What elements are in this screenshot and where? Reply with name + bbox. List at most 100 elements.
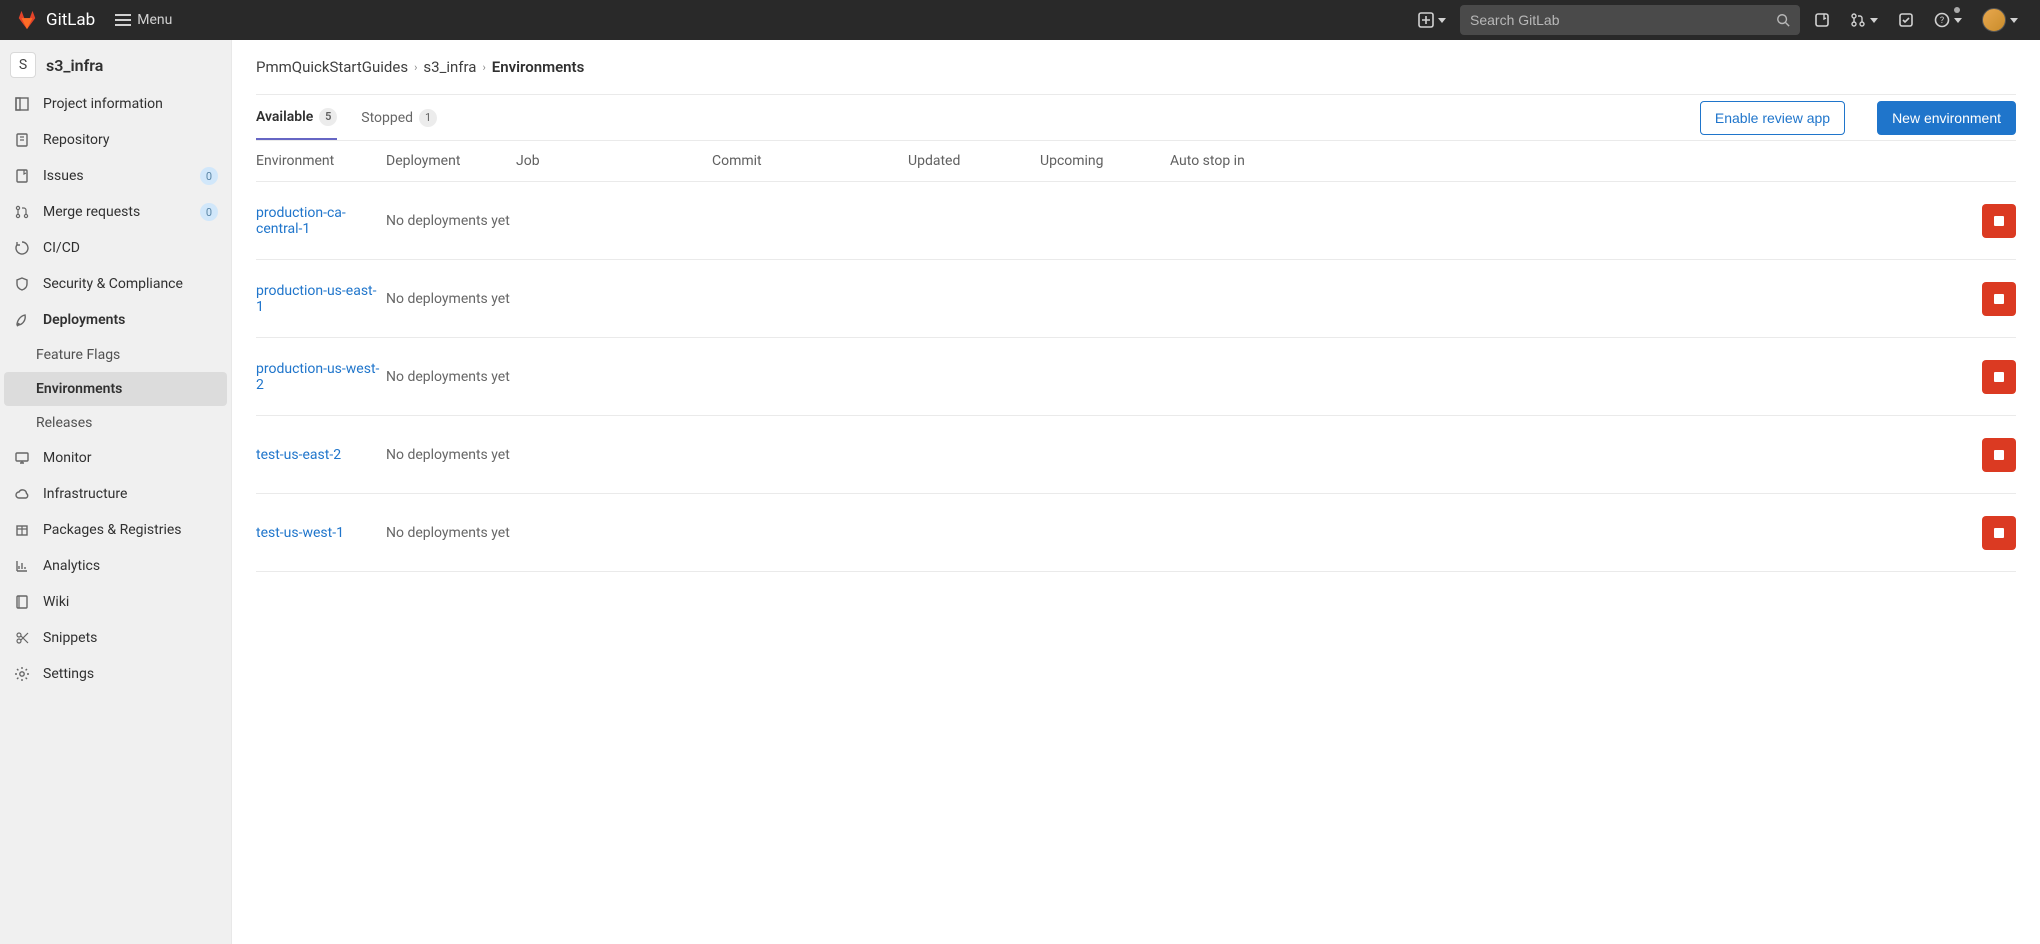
sidebar-item-wiki[interactable]: Wiki bbox=[0, 584, 231, 620]
sidebar-item-label: CI/CD bbox=[43, 240, 80, 256]
book-icon bbox=[13, 593, 31, 611]
sidebar-item-monitor[interactable]: Monitor bbox=[0, 440, 231, 476]
sidebar-item-label: Wiki bbox=[43, 594, 69, 610]
sidebar-item-project-information[interactable]: Project information bbox=[0, 86, 231, 122]
col-header-updated: Updated bbox=[908, 153, 1040, 169]
enable-review-app-button[interactable]: Enable review app bbox=[1700, 101, 1845, 135]
sidebar-item-environments[interactable]: Environments bbox=[4, 372, 227, 406]
environment-link[interactable]: production-us-west-2 bbox=[256, 361, 379, 393]
svg-text:?: ? bbox=[1940, 16, 1944, 26]
table-row: production-ca-central-1No deployments ye… bbox=[256, 182, 2016, 260]
stop-icon bbox=[1994, 450, 2004, 460]
stop-icon bbox=[1994, 216, 2004, 226]
search-icon bbox=[1776, 13, 1790, 27]
environment-link[interactable]: test-us-east-2 bbox=[256, 447, 351, 463]
sidebar-item-security[interactable]: Security & Compliance bbox=[0, 266, 231, 302]
navbar: GitLab Menu ? bbox=[0, 0, 2040, 40]
cloud-icon bbox=[13, 485, 31, 503]
user-menu[interactable] bbox=[1976, 4, 2024, 36]
project-avatar: S bbox=[10, 52, 36, 78]
sidebar-item-issues[interactable]: Issues 0 bbox=[0, 158, 231, 194]
deployment-text: No deployments yet bbox=[386, 447, 516, 463]
sidebar-item-label: Feature Flags bbox=[36, 347, 120, 363]
sidebar-item-label: Repository bbox=[43, 132, 109, 148]
table-row: test-us-east-2 No deployments yet bbox=[256, 416, 2016, 494]
chevron-down-icon bbox=[2010, 18, 2018, 23]
avatar bbox=[1982, 8, 2006, 32]
project-name: s3_infra bbox=[46, 56, 103, 75]
sidebar-item-label: Security & Compliance bbox=[43, 276, 183, 292]
col-header-deployment: Deployment bbox=[386, 153, 516, 169]
environment-link[interactable]: test-us-west-1 bbox=[256, 525, 354, 541]
sidebar-item-label: Environments bbox=[36, 381, 122, 397]
issue-icon bbox=[1814, 12, 1830, 28]
deployment-text: No deployments yet bbox=[386, 291, 516, 307]
environment-link[interactable]: production-ca-central-1 bbox=[256, 205, 346, 237]
chevron-right-icon: › bbox=[414, 61, 417, 74]
project-info-icon bbox=[13, 95, 31, 113]
col-header-autostop: Auto stop in bbox=[1170, 153, 1370, 169]
sidebar-item-packages[interactable]: Packages & Registries bbox=[0, 512, 231, 548]
stop-environment-button[interactable] bbox=[1982, 282, 2016, 316]
sidebar-item-label: Settings bbox=[43, 666, 94, 682]
sidebar-item-label: Releases bbox=[36, 415, 92, 431]
chevron-right-icon: › bbox=[482, 61, 485, 74]
search-input[interactable] bbox=[1470, 12, 1776, 28]
sidebar-item-label: Issues bbox=[43, 168, 84, 184]
sidebar-item-label: Snippets bbox=[43, 630, 97, 646]
table-row: production-us-west-2No deployments yet bbox=[256, 338, 2016, 416]
merge-requests-dropdown[interactable] bbox=[1844, 8, 1884, 32]
stop-environment-button[interactable] bbox=[1982, 516, 2016, 550]
tab-stopped[interactable]: Stopped 1 bbox=[361, 95, 437, 140]
package-icon bbox=[13, 521, 31, 539]
sidebar-item-feature-flags[interactable]: Feature Flags bbox=[0, 338, 231, 372]
environment-link[interactable]: production-us-east-1 bbox=[256, 283, 377, 315]
sidebar-item-repository[interactable]: Repository bbox=[0, 122, 231, 158]
col-header-commit: Commit bbox=[712, 153, 908, 169]
tab-badge: 5 bbox=[319, 108, 337, 126]
merge-requests-icon bbox=[13, 203, 31, 221]
sidebar-item-settings[interactable]: Settings bbox=[0, 656, 231, 692]
sidebar-item-snippets[interactable]: Snippets bbox=[0, 620, 231, 656]
main-content: PmmQuickStartGuides › s3_infra › Environ… bbox=[232, 40, 2040, 944]
badge: 0 bbox=[200, 167, 218, 185]
issues-link[interactable] bbox=[1808, 8, 1836, 32]
badge: 0 bbox=[200, 203, 218, 221]
gitlab-logo[interactable]: GitLab bbox=[16, 9, 95, 31]
tab-badge: 1 bbox=[419, 109, 437, 127]
tabs-row: Available 5 Stopped 1 Enable review app … bbox=[256, 95, 2016, 141]
sidebar-item-label: Monitor bbox=[43, 450, 92, 466]
create-new-dropdown[interactable] bbox=[1412, 8, 1452, 32]
breadcrumb-group[interactable]: PmmQuickStartGuides bbox=[256, 58, 408, 76]
sidebar-item-analytics[interactable]: Analytics bbox=[0, 548, 231, 584]
merge-icon bbox=[1850, 12, 1866, 28]
sidebar-item-releases[interactable]: Releases bbox=[0, 406, 231, 440]
sidebar-item-merge-requests[interactable]: Merge requests 0 bbox=[0, 194, 231, 230]
help-icon: ? bbox=[1934, 12, 1950, 28]
sidebar-item-label: Merge requests bbox=[43, 204, 140, 220]
project-title[interactable]: S s3_infra bbox=[0, 44, 231, 86]
brand-text: GitLab bbox=[46, 10, 95, 30]
tab-available[interactable]: Available 5 bbox=[256, 95, 337, 140]
col-header-job: Job bbox=[516, 153, 712, 169]
search-box[interactable] bbox=[1460, 5, 1800, 35]
sidebar-item-cicd[interactable]: CI/CD bbox=[0, 230, 231, 266]
cicd-icon bbox=[13, 239, 31, 257]
stop-environment-button[interactable] bbox=[1982, 360, 2016, 394]
todos-link[interactable] bbox=[1892, 8, 1920, 32]
stop-environment-button[interactable] bbox=[1982, 204, 2016, 238]
chevron-down-icon bbox=[1954, 18, 1962, 23]
sidebar-item-deployments[interactable]: Deployments bbox=[0, 302, 231, 338]
sidebar-item-infrastructure[interactable]: Infrastructure bbox=[0, 476, 231, 512]
col-header-upcoming: Upcoming bbox=[1040, 153, 1170, 169]
sidebar-item-label: Infrastructure bbox=[43, 486, 127, 502]
breadcrumb-project[interactable]: s3_infra bbox=[423, 58, 476, 76]
menu-button[interactable]: Menu bbox=[107, 8, 180, 32]
todo-icon bbox=[1898, 12, 1914, 28]
table-row: production-us-east-1 No deployments yet bbox=[256, 260, 2016, 338]
help-dropdown[interactable]: ? bbox=[1928, 8, 1968, 32]
stop-icon bbox=[1994, 294, 2004, 304]
stop-environment-button[interactable] bbox=[1982, 438, 2016, 472]
new-environment-button[interactable]: New environment bbox=[1877, 101, 2016, 135]
scissors-icon bbox=[13, 629, 31, 647]
